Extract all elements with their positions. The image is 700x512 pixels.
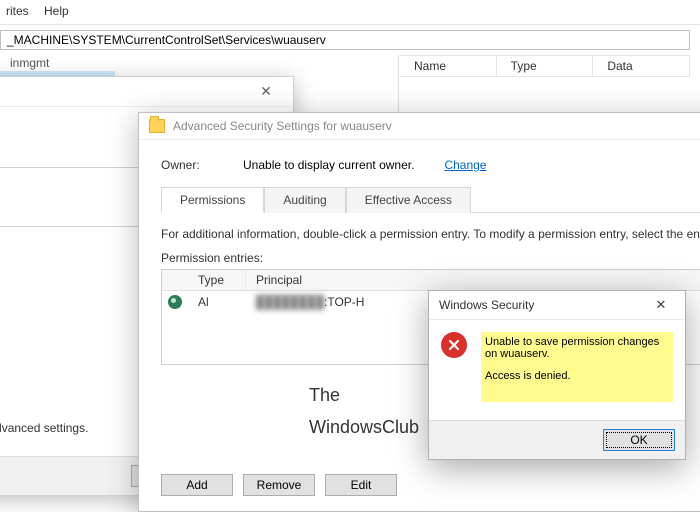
- advanced-titlebar[interactable]: Advanced Security Settings for wuauserv: [139, 113, 700, 140]
- change-owner-link[interactable]: Change: [444, 158, 486, 172]
- user-icon: [168, 295, 182, 309]
- remove-entry-button[interactable]: Remove: [243, 474, 315, 496]
- close-icon[interactable]: ✕: [647, 297, 675, 313]
- error-message-line2: Access is denied.: [485, 370, 669, 382]
- owner-value: Unable to display current owner.: [243, 158, 414, 172]
- error-titlebar[interactable]: Windows Security ✕: [429, 291, 685, 320]
- column-data[interactable]: Data: [593, 56, 690, 76]
- advanced-info-text: For additional information, double-click…: [161, 227, 700, 241]
- error-button-bar: OK: [429, 420, 685, 459]
- entries-label: Permission entries:: [161, 251, 700, 265]
- column-name[interactable]: Name: [400, 56, 497, 76]
- watermark-line2: WindowsClub: [309, 417, 419, 437]
- entry-type: Al: [188, 295, 246, 309]
- menu-help[interactable]: Help: [38, 0, 75, 22]
- edit-entry-button[interactable]: Edit: [325, 474, 397, 496]
- entries-header: Type Principal: [162, 270, 700, 291]
- column-principal[interactable]: Principal: [246, 270, 700, 290]
- advanced-title-text: Advanced Security Settings for wuauserv: [173, 119, 392, 133]
- entry-principal-hidden: ████████: [256, 295, 324, 309]
- advanced-tabstrip: Permissions Auditing Effective Access: [161, 186, 700, 212]
- folder-icon: [149, 119, 165, 133]
- regedit-menubar[interactable]: rites Help: [0, 4, 75, 18]
- ok-button[interactable]: OK: [603, 429, 675, 451]
- menu-favorites[interactable]: rites: [0, 0, 35, 22]
- error-message-line1: Unable to save permission changes on wua…: [485, 336, 669, 360]
- windows-security-dialog: Windows Security ✕ Unable to save permis…: [428, 290, 686, 460]
- tab-auditing[interactable]: Auditing: [264, 187, 345, 213]
- tab-permissions[interactable]: Permissions: [161, 187, 264, 213]
- menubar-divider: [0, 24, 700, 25]
- regedit-vertical-divider: [398, 55, 399, 115]
- permissions-titlebar[interactable]: wuauserv ✕: [0, 77, 293, 107]
- owner-row: Owner: Unable to display current owner. …: [161, 158, 700, 172]
- add-entry-button[interactable]: Add: [161, 474, 233, 496]
- tree-item[interactable]: inmgmt: [0, 55, 115, 71]
- advanced-button-bar: Add Remove Edit: [161, 474, 397, 496]
- column-type[interactable]: Type: [497, 56, 594, 76]
- close-icon[interactable]: ✕: [249, 83, 283, 100]
- error-message: Unable to save permission changes on wua…: [481, 332, 673, 402]
- tab-effective-access[interactable]: Effective Access: [346, 187, 471, 213]
- regedit-list-header: Name Type Data: [400, 55, 690, 77]
- entry-principal-suffix: :TOP-H: [324, 295, 364, 309]
- column-type[interactable]: Type: [188, 270, 246, 290]
- error-icon: [441, 332, 467, 358]
- owner-label: Owner:: [161, 158, 213, 172]
- error-title-text: Windows Security: [439, 298, 534, 312]
- regedit-address-bar[interactable]: _MACHINE\SYSTEM\CurrentControlSet\Servic…: [0, 30, 690, 50]
